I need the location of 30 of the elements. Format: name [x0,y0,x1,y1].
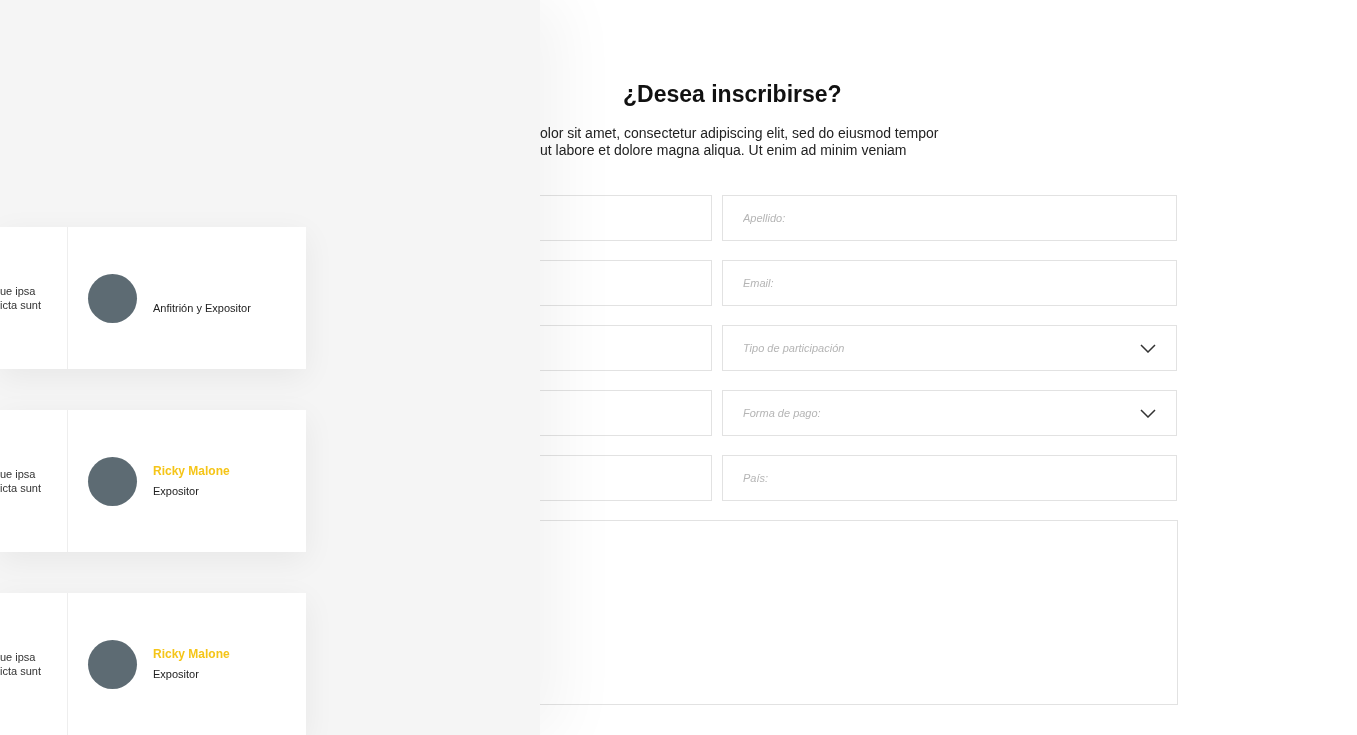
input-field[interactable] [540,260,712,306]
description-text: icta sunt [0,481,42,495]
speaker-name: Ricky Malone [153,646,230,663]
input-field[interactable]: Email: [722,260,1177,306]
input-field[interactable] [540,325,712,371]
description-text: icta sunt [0,298,42,312]
input-field[interactable]: Apellido: [722,195,1177,241]
chevron-down-icon [1140,343,1156,353]
description-text: icta sunt [0,664,42,678]
dropdown-field[interactable]: Tipo de participación [722,325,1177,371]
speaker-role: Expositor [153,484,200,499]
avatar-placeholder [88,456,137,506]
chevron-down-icon [1140,408,1156,418]
form-title: ¿Desea inscribirse? [623,80,843,108]
input-field[interactable] [540,195,712,241]
intro-text: olor sit amet, consectetur adipiscing elit, sed do eiusmod tempor [540,125,940,142]
avatar-placeholder [88,273,137,323]
description-text: ue ipsa [0,284,37,298]
description-text: ue ipsa [0,467,37,481]
avatar-placeholder [88,639,137,689]
message-field[interactable] [540,520,1178,705]
input-field[interactable] [540,455,712,501]
dropdown-field[interactable]: Forma de pago: [722,390,1177,436]
speaker-role: Anfitrión y Expositor [153,301,251,316]
input-field[interactable] [540,390,712,436]
input-field[interactable]: País: [722,455,1177,501]
intro-text: ut labore et dolore magna aliqua. Ut enim ad minim veniam [540,142,908,159]
speaker-role: Expositor [153,667,200,682]
description-text: ue ipsa [0,650,37,664]
speaker-name: Ricky Malone [153,463,230,480]
